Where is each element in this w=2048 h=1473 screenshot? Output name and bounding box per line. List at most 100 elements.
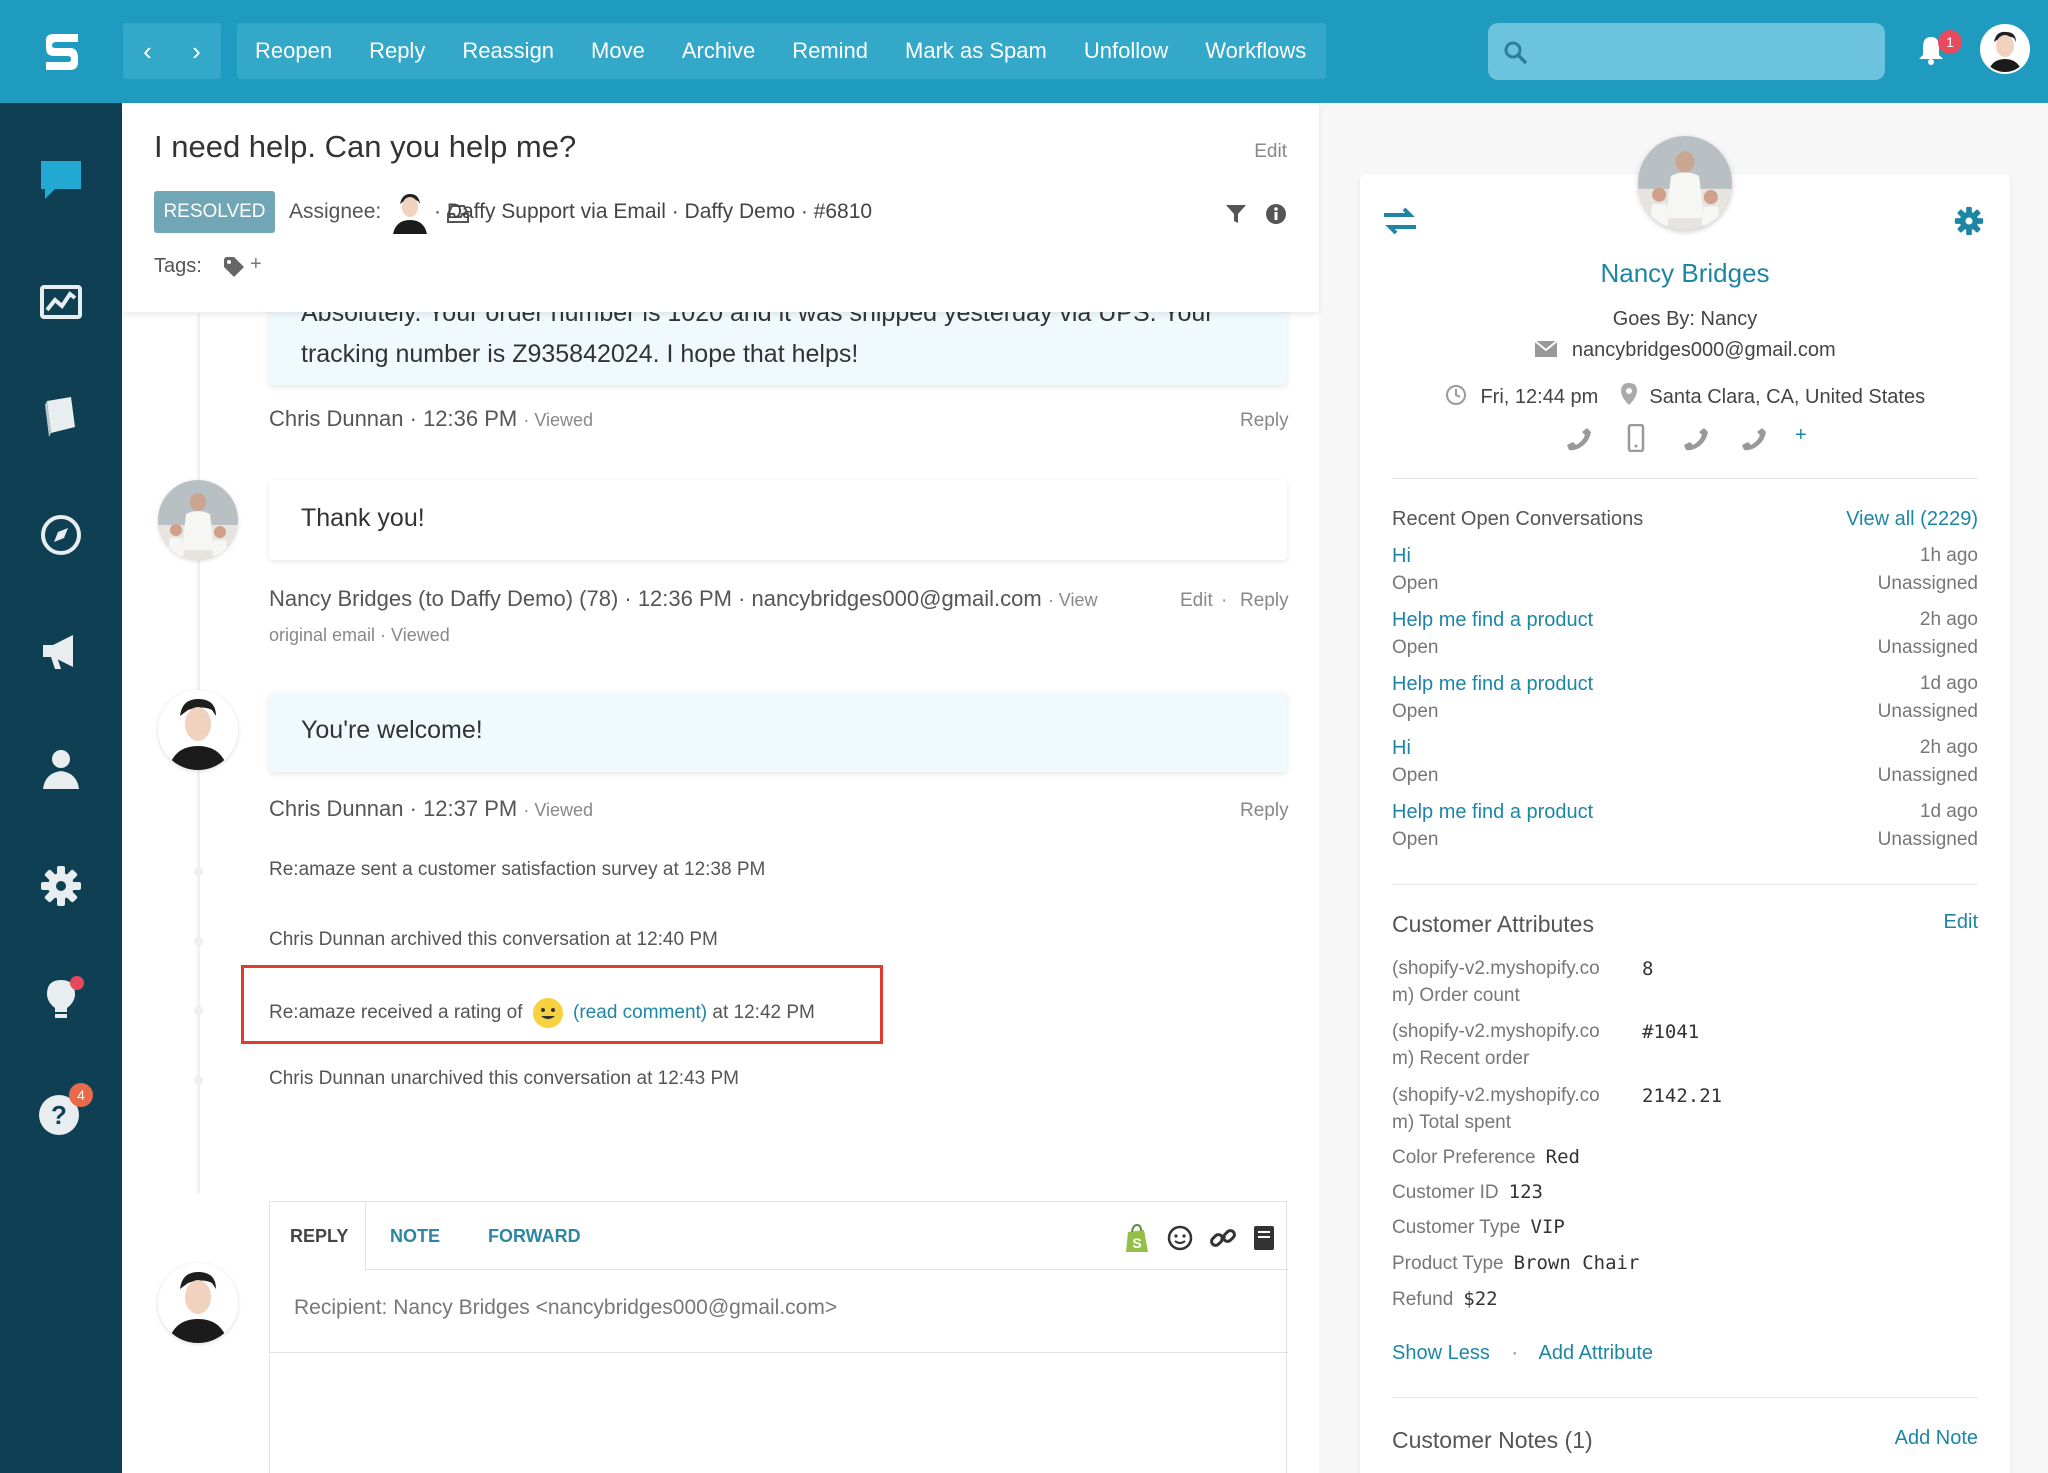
timeline-dot xyxy=(194,1076,203,1085)
add-phone-button[interactable]: + xyxy=(1795,424,1807,447)
show-less-link[interactable]: Show Less xyxy=(1392,1342,1490,1364)
book-icon[interactable] xyxy=(37,393,85,441)
info-icon[interactable] xyxy=(1264,202,1288,226)
recent-conversations-title: Recent Open Conversations xyxy=(1392,508,1644,530)
archive-button[interactable]: Archive xyxy=(682,38,755,64)
tab-reply[interactable]: REPLY xyxy=(290,1226,348,1247)
read-comment-link[interactable]: (read comment) xyxy=(573,1002,707,1023)
conversation-age: 1d ago xyxy=(1919,673,1978,694)
attribute-key: Color Preference xyxy=(1392,1147,1536,1168)
attribute-value: #1041 xyxy=(1642,1021,1700,1043)
search-input[interactable] xyxy=(1488,23,1885,80)
conversation-assignee: Unassigned xyxy=(1877,637,1978,658)
recent-conversation-item[interactable]: Help me find a product Open 1d ago Unass… xyxy=(1392,801,1978,857)
edit-title-link[interactable]: Edit xyxy=(1254,141,1287,163)
reply-button[interactable]: Reply xyxy=(369,38,425,64)
settings-icon[interactable] xyxy=(37,862,85,910)
compass-icon[interactable] xyxy=(37,511,85,559)
reopen-button[interactable]: Reopen xyxy=(255,38,332,64)
assignee-avatar[interactable] xyxy=(390,190,430,234)
gear-icon[interactable] xyxy=(1952,204,1986,238)
conversation-status: Open xyxy=(1392,637,1439,658)
mobile-phone-icon[interactable] xyxy=(1627,424,1645,452)
conversation-title[interactable]: Hi xyxy=(1392,545,1411,568)
app-logo-icon[interactable] xyxy=(40,30,84,74)
reply-tabs: REPLY NOTE FORWARD S xyxy=(270,1202,1288,1271)
contact-icon[interactable] xyxy=(37,745,85,793)
reply-link[interactable]: Reply xyxy=(1240,410,1289,432)
chat-icon[interactable] xyxy=(37,155,85,203)
shopify-icon[interactable]: S xyxy=(1124,1224,1150,1254)
recipient-field[interactable]: Recipient: Nancy Bridges <nancybridges00… xyxy=(294,1296,837,1320)
customer-name[interactable]: Nancy Bridges xyxy=(1360,258,2010,289)
unfollow-button[interactable]: Unfollow xyxy=(1084,38,1168,64)
timeline-dot xyxy=(194,1006,203,1015)
tab-forward[interactable]: FORWARD xyxy=(488,1226,581,1247)
message-status[interactable]: original email · Viewed xyxy=(269,625,450,645)
reports-icon[interactable] xyxy=(37,279,85,327)
attribute-key-line2: m) Order count xyxy=(1392,985,1520,1006)
recent-conversation-item[interactable]: Hi Open 1h ago Unassigned xyxy=(1392,545,1978,601)
reassign-button[interactable]: Reassign xyxy=(462,38,554,64)
add-tag-button[interactable]: + xyxy=(250,253,262,276)
conversation-title[interactable]: Help me find a product xyxy=(1392,673,1593,696)
message-bubble: You're welcome! xyxy=(269,692,1287,772)
rating-event-suffix: at 12:42 PM xyxy=(712,1002,815,1024)
attribute-row: Customer Type VIP xyxy=(1392,1216,1565,1239)
conversation-title[interactable]: Help me find a product xyxy=(1392,801,1593,824)
attribute-row: Product Type Brown Chair xyxy=(1392,1252,1639,1275)
workflows-button[interactable]: Workflows xyxy=(1205,38,1306,64)
link-icon[interactable] xyxy=(1209,1224,1237,1252)
knowledge-base-icon[interactable] xyxy=(1252,1224,1276,1252)
next-conversation-button[interactable]: › xyxy=(192,36,201,67)
reply-textarea[interactable] xyxy=(270,1353,1288,1473)
remind-button[interactable]: Remind xyxy=(792,38,868,64)
home-phone-icon[interactable] xyxy=(1740,424,1768,452)
tab-note[interactable]: NOTE xyxy=(390,1226,440,1247)
lightbulb-icon[interactable] xyxy=(37,976,85,1024)
move-button[interactable]: Move xyxy=(591,38,645,64)
view-all-conversations-link[interactable]: View all (2229) xyxy=(1846,508,1978,531)
add-attribute-link[interactable]: Add Attribute xyxy=(1539,1342,1654,1364)
tag-icon[interactable] xyxy=(222,255,248,279)
recent-conversation-item[interactable]: Help me find a product Open 1d ago Unass… xyxy=(1392,673,1978,729)
customer-email[interactable]: nancybridges000@gmail.com xyxy=(1572,339,1836,361)
megaphone-icon[interactable] xyxy=(37,627,85,675)
conversation-title[interactable]: Help me find a product xyxy=(1392,609,1593,632)
attribute-key: (shopify-v2.myshopify.co m) Order count xyxy=(1392,955,1600,1009)
status-badge[interactable]: RESOLVED xyxy=(154,191,275,233)
add-note-link[interactable]: Add Note xyxy=(1895,1427,1978,1450)
customer-profile-image xyxy=(1638,136,1732,230)
recent-conversation-item[interactable]: Hi Open 2h ago Unassigned xyxy=(1392,737,1978,793)
help-badge: 4 xyxy=(69,1083,93,1107)
message-text: Thank you! xyxy=(301,504,425,532)
phone-icon[interactable] xyxy=(1565,424,1593,452)
customer-email-row: nancybridges000@gmail.com xyxy=(1360,339,2010,362)
conversation-actions-toolbar: Reopen Reply Reassign Move Archive Remin… xyxy=(237,23,1327,79)
recent-conversation-item[interactable]: Help me find a product Open 2h ago Unass… xyxy=(1392,609,1978,665)
timeline-dot xyxy=(194,867,203,876)
customer-location: Santa Clara, CA, United States xyxy=(1649,386,1926,408)
attribute-key-line1: (shopify-v2.myshopify.co xyxy=(1392,1085,1600,1106)
unarchive-event: Chris Dunnan unarchived this conversatio… xyxy=(269,1068,739,1089)
previous-conversation-button[interactable]: ‹ xyxy=(143,36,152,67)
view-original-email-link[interactable]: · View xyxy=(1048,590,1098,610)
user-avatar[interactable] xyxy=(1980,24,2030,74)
reply-link[interactable]: Reply xyxy=(1240,590,1289,612)
reply-author-avatar xyxy=(158,1263,238,1343)
agent-avatar[interactable] xyxy=(158,690,238,770)
archive-event: Chris Dunnan archived this conversation … xyxy=(269,929,718,950)
message-author: Nancy Bridges (to Daffy Demo) (78) · 12:… xyxy=(269,586,1042,611)
edit-attributes-link[interactable]: Edit xyxy=(1944,911,1978,934)
reply-link[interactable]: Reply xyxy=(1240,800,1289,822)
customer-avatar[interactable] xyxy=(158,480,238,560)
filter-icon[interactable] xyxy=(1224,202,1248,226)
attribute-key: (shopify-v2.myshopify.co m) Recent order xyxy=(1392,1018,1600,1072)
mark-as-spam-button[interactable]: Mark as Spam xyxy=(905,38,1047,64)
emoji-icon[interactable] xyxy=(1166,1224,1194,1252)
edit-message-link[interactable]: Edit xyxy=(1180,590,1213,612)
conversation-title[interactable]: Hi xyxy=(1392,737,1411,760)
conversation-nav: ‹ › xyxy=(123,23,221,79)
swap-icon[interactable] xyxy=(1382,205,1418,237)
work-phone-icon[interactable] xyxy=(1682,424,1710,452)
